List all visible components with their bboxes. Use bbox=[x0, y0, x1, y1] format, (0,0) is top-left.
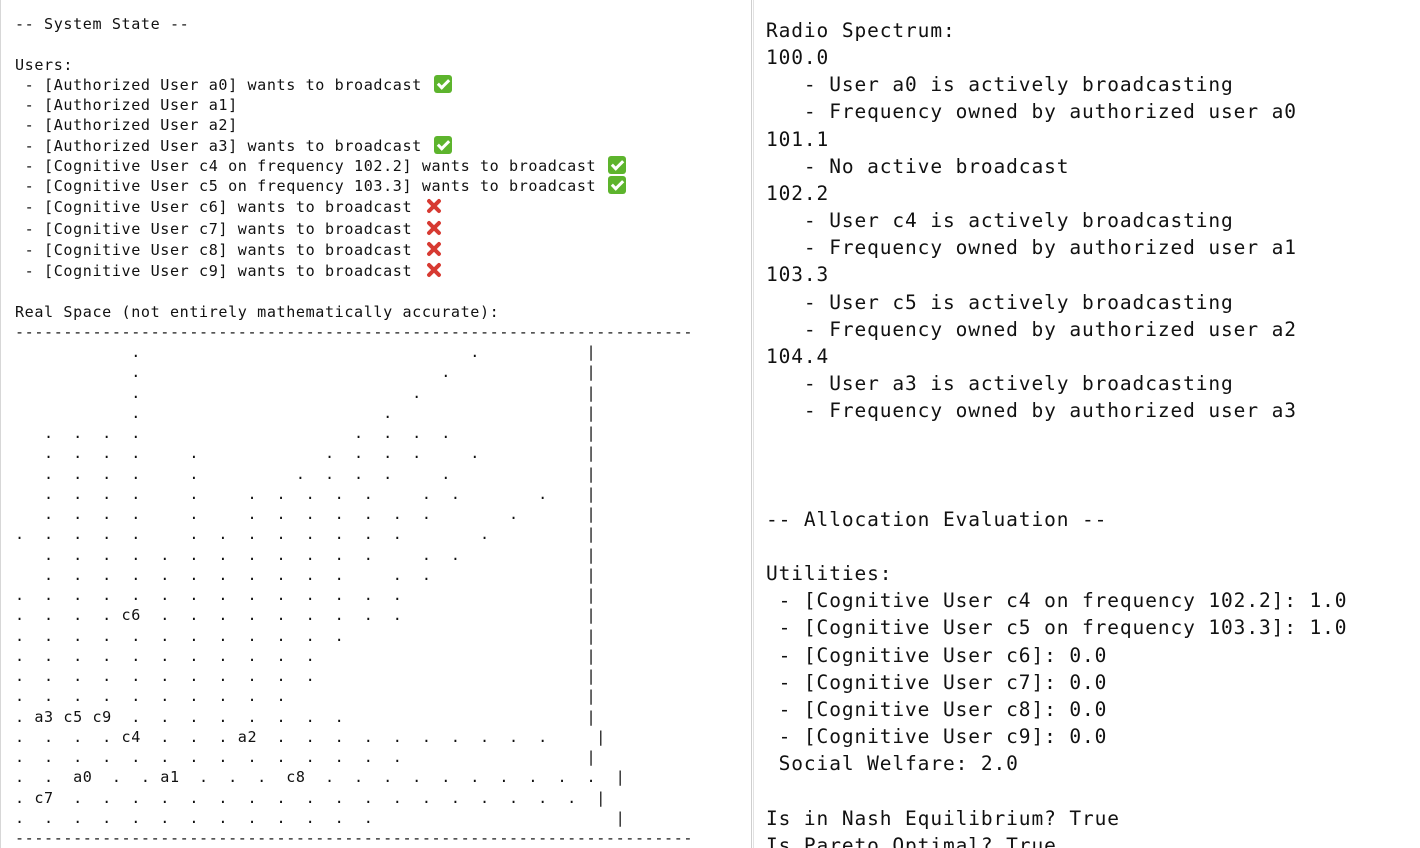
frequency-list: 100.0 - User a0 is actively broadcasting… bbox=[766, 44, 1347, 424]
radio-spectrum-heading: Radio Spectrum: bbox=[766, 19, 956, 42]
user-row-text: - [Authorized User a3] wants to broadcas… bbox=[15, 136, 422, 155]
cross-icon bbox=[424, 218, 444, 238]
pareto-optimal-result: Is Pareto Optimal? True bbox=[766, 833, 1057, 848]
cross-icon bbox=[424, 260, 444, 280]
check-icon bbox=[607, 155, 626, 174]
user-row-text: - [Authorized User a0] wants to broadcas… bbox=[15, 75, 422, 94]
user-row: - [Cognitive User c7] wants to broadcast bbox=[15, 218, 693, 239]
utilities-list: - [Cognitive User c4 on frequency 102.2]… bbox=[766, 587, 1347, 750]
users-list: - [Authorized User a0] wants to broadcas… bbox=[15, 74, 693, 282]
check-icon bbox=[433, 74, 452, 93]
frequency-detail: - Frequency owned by authorized user a2 bbox=[766, 317, 1297, 341]
user-row-text: - [Authorized User a1] bbox=[15, 96, 238, 114]
cross-icon bbox=[424, 196, 444, 216]
user-row: - [Authorized User a1] bbox=[15, 95, 693, 115]
frequency-detail: - Frequency owned by authorized user a1 bbox=[766, 236, 1297, 260]
utility-row: - [Cognitive User c7]: 0.0 bbox=[766, 670, 1108, 694]
social-welfare: Social Welfare: 2.0 bbox=[766, 752, 1019, 776]
check-icon bbox=[607, 176, 626, 194]
frequency-label: 102.2 bbox=[766, 181, 830, 205]
frequency-label: 100.0 bbox=[766, 46, 830, 70]
utility-row: - [Cognitive User c6]: 0.0 bbox=[766, 643, 1108, 667]
frequency-label: 101.1 bbox=[766, 127, 830, 151]
frequency-detail: - No active broadcast bbox=[766, 154, 1070, 178]
system-state-pane: -- System State -- Users: - [Authorized … bbox=[0, 0, 752, 848]
utility-row: - [Cognitive User c9]: 0.0 bbox=[766, 725, 1108, 749]
check-icon bbox=[433, 135, 452, 154]
frequency-detail: - Frequency owned by authorized user a0 bbox=[766, 100, 1297, 124]
user-row-text: - [Cognitive User c7] wants to broadcast bbox=[15, 219, 413, 238]
user-row: - [Authorized User a0] wants to broadcas… bbox=[15, 74, 693, 95]
utility-row: - [Cognitive User c8]: 0.0 bbox=[766, 697, 1108, 721]
user-row: - [Cognitive User c5 on frequency 103.3]… bbox=[15, 176, 693, 196]
allocation-title: -- Allocation Evaluation -- bbox=[766, 507, 1108, 531]
frequency-detail: - User c5 is actively broadcasting bbox=[766, 290, 1234, 314]
user-row-text: - [Cognitive User c6] wants to broadcast bbox=[15, 198, 413, 217]
users-heading: Users: bbox=[15, 55, 74, 74]
user-row-text: - [Cognitive User c9] wants to broadcast bbox=[15, 262, 413, 280]
user-row-text: - [Authorized User a2] bbox=[15, 116, 238, 135]
frequency-detail: - User a0 is actively broadcasting bbox=[766, 73, 1234, 97]
utility-row: - [Cognitive User c4 on frequency 102.2]… bbox=[766, 589, 1348, 613]
frequency-label: 104.4 bbox=[766, 344, 830, 368]
user-row-text: - [Cognitive User c4 on frequency 102.2]… bbox=[15, 156, 597, 175]
system-state-output: -- System State -- Users: - [Authorized … bbox=[15, 14, 693, 848]
user-row-text: - [Cognitive User c8] wants to broadcast bbox=[15, 240, 413, 259]
system-state-title: -- System State -- bbox=[15, 15, 190, 33]
radio-spectrum-pane: Radio Spectrum: 100.0 - User a0 is active… bbox=[753, 0, 1420, 848]
user-row: - [Cognitive User c6] wants to broadcast bbox=[15, 196, 693, 217]
cross-icon bbox=[424, 239, 444, 259]
utility-row: - [Cognitive User c5 on frequency 103.3]… bbox=[766, 616, 1348, 640]
user-row-text: - [Cognitive User c5 on frequency 103.3]… bbox=[15, 177, 597, 195]
user-row: - [Cognitive User c4 on frequency 102.2]… bbox=[15, 155, 693, 176]
user-row: - [Authorized User a2] bbox=[15, 115, 693, 135]
frequency-detail: - Frequency owned by authorized user a3 bbox=[766, 399, 1297, 423]
real-space-grid: ----------------------------------------… bbox=[15, 322, 694, 847]
user-row: - [Cognitive User c9] wants to broadcast bbox=[15, 260, 693, 281]
utilities-heading: Utilities: bbox=[766, 562, 893, 586]
frequency-detail: - User a3 is actively broadcasting bbox=[766, 372, 1234, 396]
user-row: - [Authorized User a3] wants to broadcas… bbox=[15, 135, 693, 156]
frequency-label: 103.3 bbox=[766, 263, 830, 287]
nash-equilibrium-result: Is in Nash Equilibrium? True bbox=[766, 806, 1120, 830]
radio-spectrum-output: Radio Spectrum: 100.0 - User a0 is active… bbox=[766, 17, 1347, 848]
user-row: - [Cognitive User c8] wants to broadcast bbox=[15, 239, 693, 260]
real-space-heading: Real Space (not entirely mathematically … bbox=[15, 302, 500, 321]
frequency-detail: - User c4 is actively broadcasting bbox=[766, 209, 1234, 233]
